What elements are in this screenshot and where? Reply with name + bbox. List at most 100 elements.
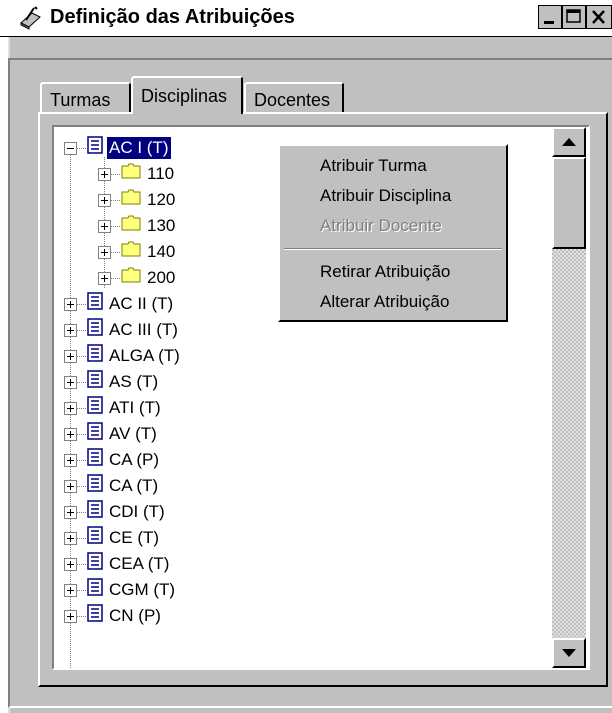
tree-connector <box>77 407 87 409</box>
tree-item[interactable]: AS (T) <box>64 369 160 395</box>
tree-item-label: 140 <box>147 242 176 261</box>
tree-item[interactable]: 110 <box>98 161 176 187</box>
tree-connector <box>77 485 87 487</box>
document-icon <box>87 422 103 446</box>
scroll-down-button[interactable] <box>552 638 586 668</box>
close-button[interactable] <box>586 5 612 29</box>
expand-icon[interactable] <box>64 401 77 415</box>
tree-item-label: AS (T) <box>109 372 159 391</box>
document-icon <box>87 318 103 342</box>
tree-item-label: 110 <box>147 164 175 183</box>
tree-item-label: CE (T) <box>109 528 160 547</box>
tree-item-label: CA (T) <box>109 476 159 495</box>
tree-connector <box>111 225 121 227</box>
expand-icon[interactable] <box>64 505 77 519</box>
document-icon <box>87 292 103 316</box>
menu-item-atribuir-turma[interactable]: Atribuir Turma <box>320 156 427 176</box>
tree-item-label: 130 <box>147 216 176 235</box>
tree-item[interactable]: 130 <box>98 213 177 239</box>
tree-item[interactable]: 200 <box>98 265 177 291</box>
folder-icon <box>121 215 141 237</box>
arrow-up-icon <box>562 138 576 146</box>
expand-icon[interactable] <box>64 323 77 337</box>
expand-icon[interactable] <box>64 557 77 571</box>
tree-item[interactable]: ATI (T) <box>64 395 163 421</box>
collapse-icon[interactable] <box>64 141 77 155</box>
tree-connector <box>77 381 87 383</box>
tree-item[interactable]: AC I (T) <box>64 135 172 161</box>
tree-item[interactable]: CA (T) <box>64 473 160 499</box>
document-icon <box>87 396 103 420</box>
document-icon <box>87 344 103 368</box>
expand-icon[interactable] <box>98 167 111 181</box>
document-icon <box>87 578 103 602</box>
tree-item[interactable]: CDI (T) <box>64 499 167 525</box>
tree-item[interactable]: AC III (T) <box>64 317 180 343</box>
expand-icon[interactable] <box>64 531 77 545</box>
tree-item[interactable]: CEA (T) <box>64 551 171 577</box>
menu-item-atribuir-docente[interactable]: Atribuir Docente <box>320 216 442 236</box>
menu-item-retirar-atribuicao[interactable]: Retirar Atribuição <box>320 262 450 282</box>
tree-connector <box>77 511 87 513</box>
tree-item[interactable]: 140 <box>98 239 177 265</box>
pen-notepad-icon <box>18 5 44 31</box>
tree-item-label: CEA (T) <box>109 554 170 573</box>
expand-icon[interactable] <box>64 427 77 441</box>
maximize-button[interactable] <box>562 5 586 29</box>
tree-item[interactable]: 120 <box>98 187 177 213</box>
arrow-down-icon <box>562 649 576 657</box>
tree-connector <box>77 459 87 461</box>
document-icon <box>87 604 103 628</box>
expand-icon[interactable] <box>64 609 77 623</box>
document-icon <box>87 552 103 576</box>
tree-item-label: ATI (T) <box>109 398 161 417</box>
tree-item[interactable]: CA (P) <box>64 447 161 473</box>
vertical-scrollbar[interactable] <box>552 127 586 668</box>
folder-icon <box>121 163 141 185</box>
menu-separator <box>284 248 502 250</box>
expand-icon[interactable] <box>98 193 111 207</box>
document-icon <box>87 500 103 524</box>
tree-connector <box>77 303 87 305</box>
tree-item[interactable]: AV (T) <box>64 421 159 447</box>
tree-item-label: 120 <box>147 190 176 209</box>
tree-item[interactable]: CN (P) <box>64 603 163 629</box>
folder-icon <box>121 241 141 263</box>
expand-icon[interactable] <box>98 219 111 233</box>
context-menu: Atribuir Turma Atribuir Disciplina Atrib… <box>278 144 508 322</box>
tree-connector <box>77 563 87 565</box>
expand-icon[interactable] <box>98 245 111 259</box>
tab-disciplinas[interactable]: Disciplinas <box>131 76 243 114</box>
tree-connector <box>77 615 87 617</box>
tree-connector <box>111 277 121 279</box>
tree-item-label: CN (P) <box>109 606 161 625</box>
tree-item[interactable]: CGM (T) <box>64 577 177 603</box>
tree-item-label: CDI (T) <box>109 502 165 521</box>
expand-icon[interactable] <box>64 297 77 311</box>
tree-connector <box>77 589 87 591</box>
expand-icon[interactable] <box>64 583 77 597</box>
expand-icon[interactable] <box>64 453 77 467</box>
scrollbar-thumb[interactable] <box>552 157 586 249</box>
expand-icon[interactable] <box>64 375 77 389</box>
tree-item[interactable]: CE (T) <box>64 525 161 551</box>
menu-item-alterar-atribuicao[interactable]: Alterar Atribuição <box>320 292 449 312</box>
minimize-button[interactable] <box>538 5 562 29</box>
tab-turmas[interactable]: Turmas <box>40 82 131 112</box>
expand-icon[interactable] <box>64 349 77 363</box>
tree-item-label: ALGA (T) <box>109 346 180 365</box>
folder-icon <box>121 189 141 211</box>
document-icon <box>87 474 103 498</box>
tab-docentes[interactable]: Docentes <box>244 82 344 112</box>
expand-icon[interactable] <box>64 479 77 493</box>
expand-icon[interactable] <box>98 271 111 285</box>
folder-icon <box>121 267 141 289</box>
scroll-up-button[interactable] <box>552 127 586 157</box>
tree-item-label: AC I (T) <box>106 136 172 160</box>
document-icon <box>87 136 103 160</box>
tree-item[interactable]: AC II (T) <box>64 291 175 317</box>
tree-item[interactable]: ALGA (T) <box>64 343 182 369</box>
menu-item-atribuir-disciplina[interactable]: Atribuir Disciplina <box>320 186 451 206</box>
tree-connector <box>111 251 121 253</box>
tree-connector <box>77 355 87 357</box>
